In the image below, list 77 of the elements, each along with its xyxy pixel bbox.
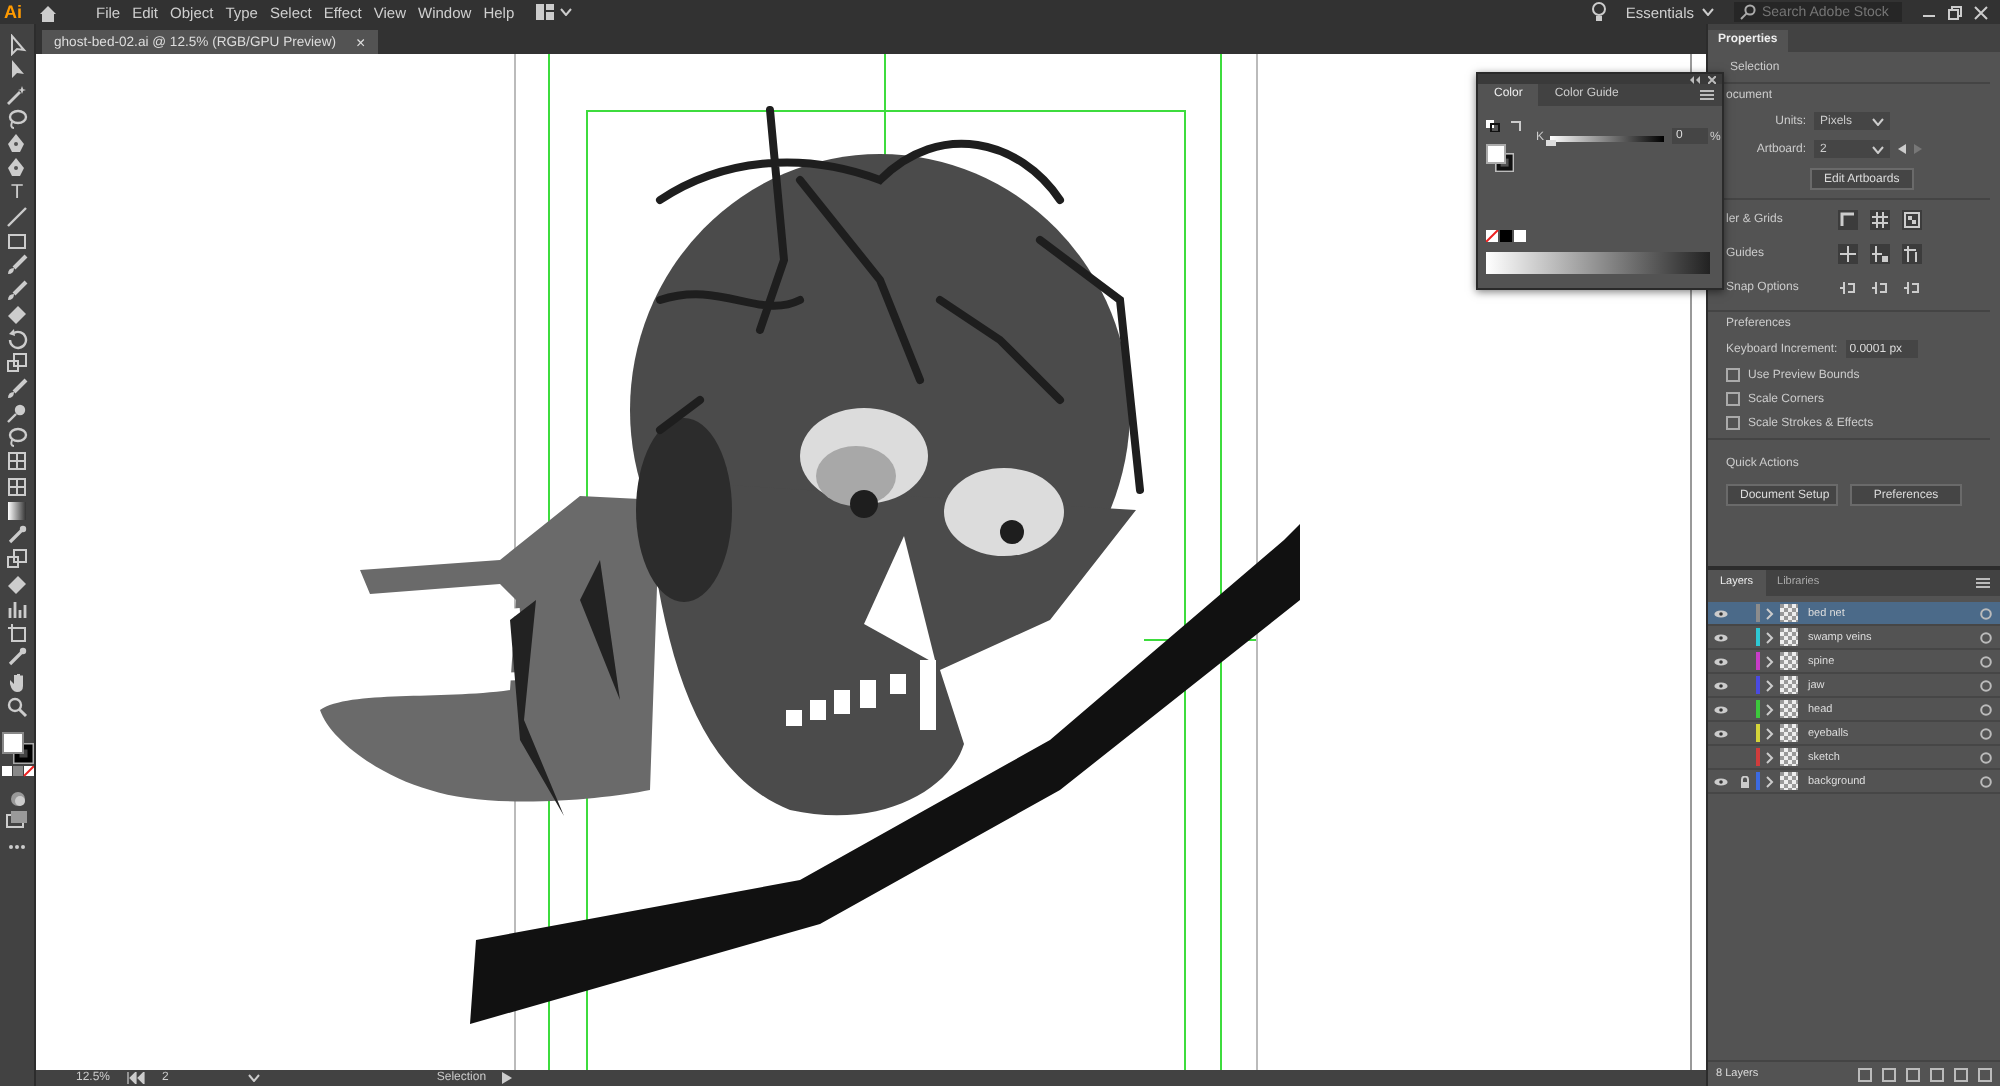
menu-icon[interactable] bbox=[1700, 90, 1714, 100]
close-tab-button[interactable]: × bbox=[356, 33, 366, 51]
brush-icon[interactable] bbox=[6, 377, 28, 399]
arrow-icon[interactable] bbox=[6, 34, 28, 56]
caret-icon[interactable] bbox=[248, 1074, 261, 1082]
snap-pixel-icon[interactable] bbox=[1870, 278, 1890, 298]
eye-icon[interactable] bbox=[1713, 729, 1727, 737]
lasso-icon[interactable] bbox=[6, 426, 28, 448]
eye-icon[interactable] bbox=[1713, 777, 1727, 785]
close-icon[interactable] bbox=[1708, 75, 1716, 83]
ruler-icon[interactable] bbox=[1838, 210, 1858, 230]
caret-icon[interactable] bbox=[560, 8, 573, 16]
chart-icon[interactable] bbox=[6, 597, 28, 620]
guides-icon[interactable] bbox=[1838, 244, 1858, 264]
pin-icon[interactable] bbox=[6, 401, 28, 424]
restore-icon[interactable] bbox=[1948, 5, 1962, 19]
previous-icon[interactable] bbox=[1898, 144, 1906, 154]
line-icon[interactable] bbox=[6, 205, 28, 228]
more-icon[interactable] bbox=[8, 843, 26, 849]
default-colors-icon[interactable] bbox=[1486, 120, 1500, 132]
screen-mode-icon[interactable] bbox=[6, 810, 28, 828]
caret-icon[interactable] bbox=[1872, 117, 1884, 125]
caret-icon[interactable] bbox=[1702, 8, 1714, 16]
checkbox[interactable] bbox=[1726, 392, 1740, 406]
app-logo: Ai bbox=[4, 2, 22, 22]
gradient-icon[interactable] bbox=[6, 499, 28, 522]
artboard-icon[interactable] bbox=[6, 622, 28, 644]
checkbox[interactable] bbox=[1726, 368, 1740, 382]
swatch-row-icon[interactable] bbox=[1486, 230, 1526, 242]
eyedropper-icon[interactable] bbox=[6, 646, 28, 669]
grid-icon[interactable] bbox=[1870, 210, 1890, 230]
zoom-icon[interactable] bbox=[6, 695, 28, 718]
fill-stroke-icon[interactable] bbox=[1486, 144, 1514, 172]
snap-point-icon[interactable] bbox=[1838, 278, 1858, 298]
pen-icon[interactable] bbox=[6, 132, 28, 154]
eye-icon[interactable] bbox=[1713, 609, 1727, 617]
lock-guides-icon[interactable] bbox=[1870, 244, 1890, 264]
slider-thumb[interactable] bbox=[1546, 140, 1556, 146]
eye-icon[interactable] bbox=[1713, 705, 1727, 713]
close-icon[interactable] bbox=[1974, 5, 1988, 19]
lasso-icon[interactable] bbox=[6, 107, 28, 130]
scale-icon[interactable] bbox=[6, 548, 28, 571]
eraser-icon[interactable] bbox=[6, 573, 28, 595]
hand-icon[interactable] bbox=[6, 671, 28, 693]
grid-icon[interactable] bbox=[6, 475, 28, 497]
rectangle-icon[interactable] bbox=[6, 230, 28, 252]
eraser-icon[interactable] bbox=[6, 303, 28, 326]
grid-icon[interactable] bbox=[6, 450, 28, 473]
pen-icon[interactable] bbox=[6, 156, 28, 179]
fill-stroke-icon[interactable] bbox=[1, 732, 33, 764]
previous-icon[interactable] bbox=[126, 1072, 147, 1084]
transparency-grid-icon[interactable] bbox=[1902, 210, 1922, 230]
brush-icon[interactable] bbox=[6, 279, 28, 301]
lock-icon[interactable] bbox=[1739, 775, 1749, 787]
layout-icon[interactable] bbox=[536, 4, 555, 20]
scale-icon[interactable] bbox=[6, 352, 28, 375]
lightbulb-icon[interactable] bbox=[1591, 2, 1606, 22]
play-icon[interactable] bbox=[502, 1072, 513, 1084]
type-tool[interactable]: T bbox=[10, 181, 24, 203]
menu-icon[interactable] bbox=[1976, 578, 1990, 588]
swap-icon[interactable] bbox=[1510, 120, 1522, 132]
home-icon[interactable] bbox=[38, 3, 58, 21]
brush-icon[interactable] bbox=[6, 254, 28, 277]
eyedropper-icon[interactable] bbox=[6, 524, 28, 546]
eye-icon[interactable] bbox=[1713, 657, 1727, 665]
pointer-icon[interactable] bbox=[6, 58, 28, 81]
snap-glyph-icon[interactable] bbox=[1902, 278, 1922, 298]
checkbox[interactable] bbox=[1726, 416, 1740, 430]
color-spectrum[interactable] bbox=[1486, 252, 1710, 274]
eye-icon[interactable] bbox=[1713, 633, 1727, 641]
caret-icon[interactable] bbox=[1872, 145, 1884, 153]
draw-mode-icon[interactable] bbox=[7, 789, 27, 808]
smart-guides-icon[interactable] bbox=[1902, 244, 1922, 264]
wand-icon[interactable] bbox=[6, 83, 28, 105]
color-mode-icon[interactable] bbox=[1, 766, 33, 779]
rotate-icon[interactable] bbox=[6, 328, 28, 350]
eye-icon[interactable] bbox=[1713, 681, 1727, 689]
